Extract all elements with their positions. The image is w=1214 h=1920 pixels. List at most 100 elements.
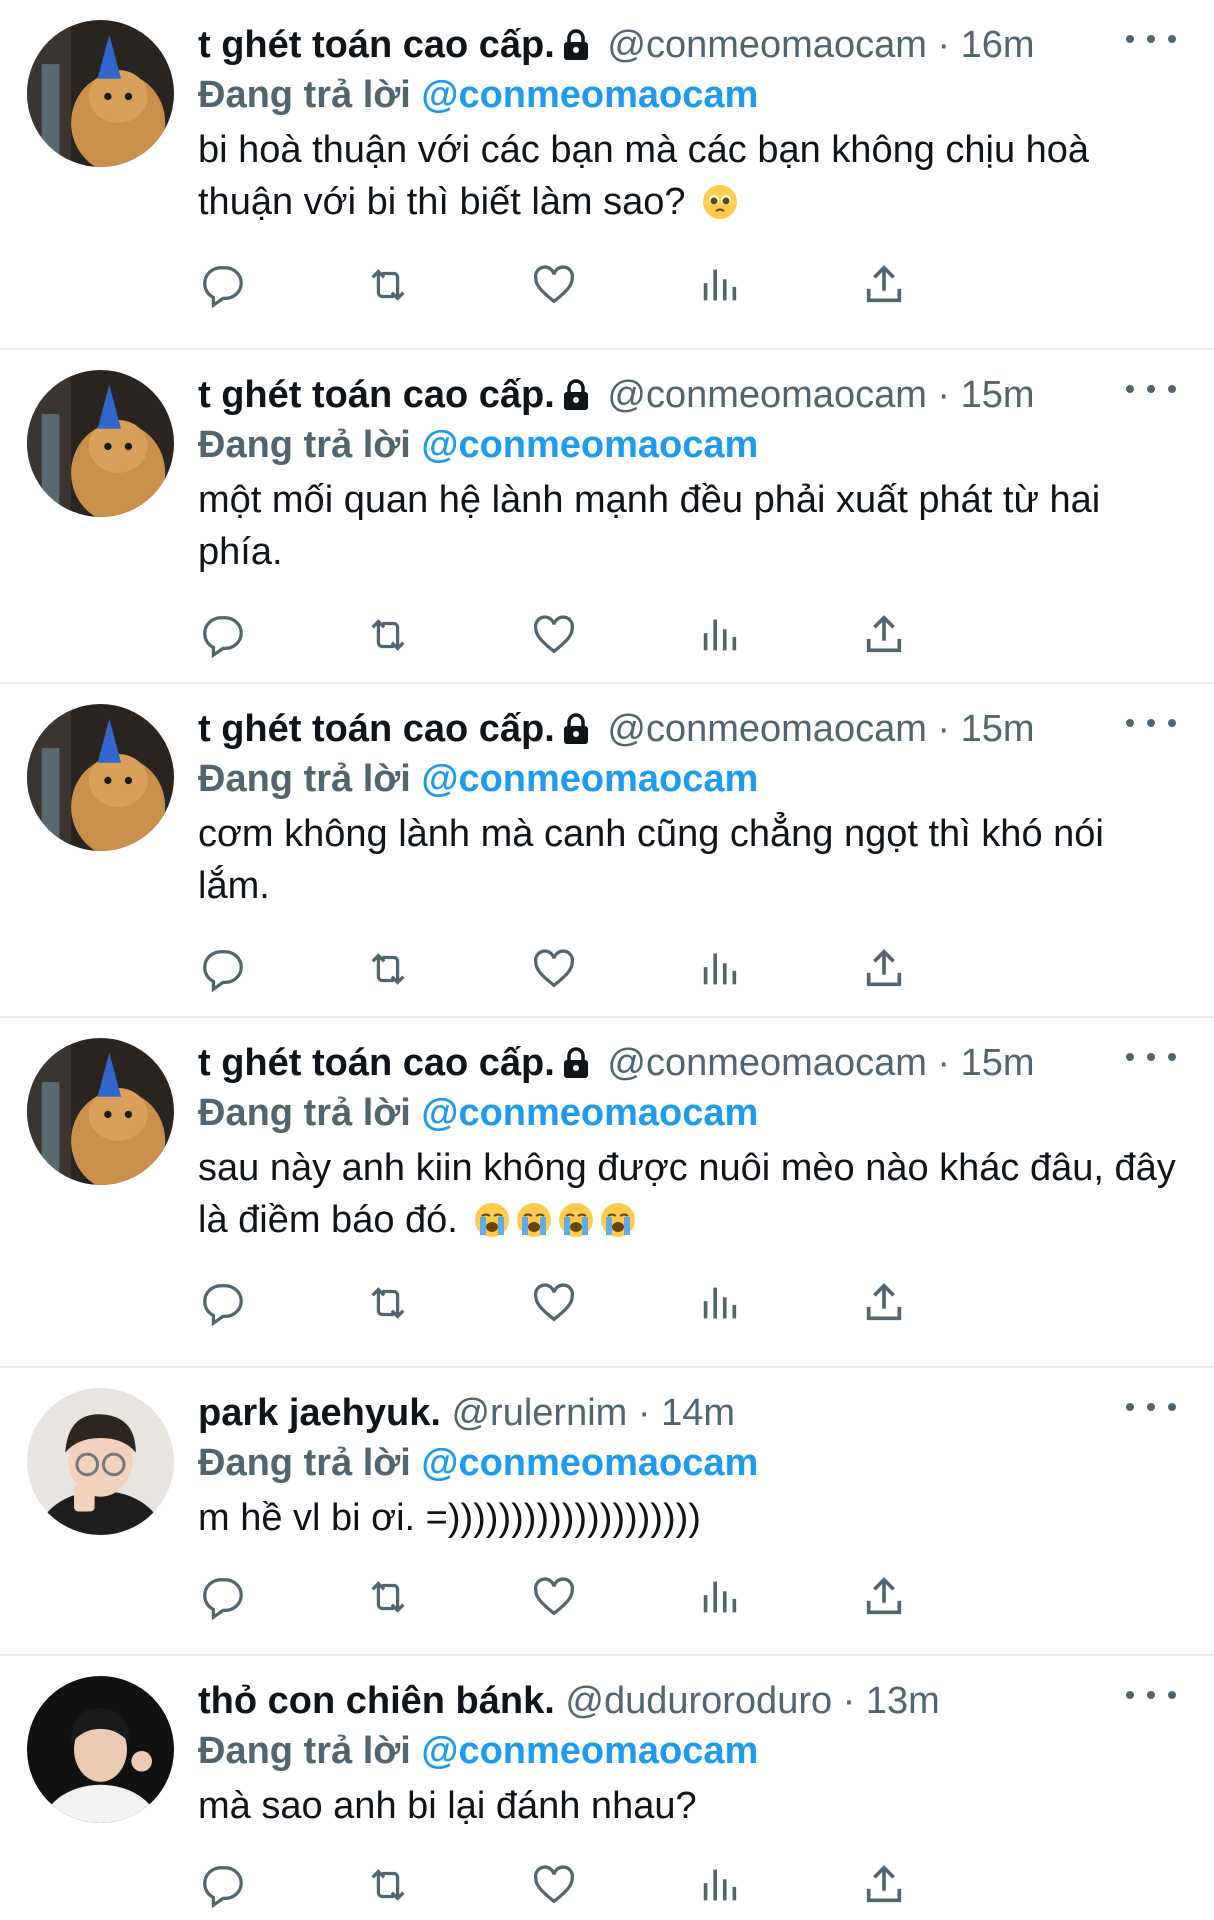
replying-to: Đang trả lời @conmeomaocam bbox=[198, 1726, 1186, 1776]
share-button[interactable] bbox=[859, 944, 909, 994]
share-button[interactable] bbox=[859, 1572, 909, 1622]
retweet-button[interactable] bbox=[363, 944, 413, 994]
more-options-icon[interactable] bbox=[1126, 1042, 1176, 1072]
tweet-header: t ghét toán cao cấp. @conmeomaocam · 15m bbox=[198, 370, 1186, 420]
reply-icon bbox=[203, 1866, 243, 1908]
reply-handle-link[interactable]: @conmeomaocam bbox=[421, 74, 758, 116]
tweet-body: một mối quan hệ lành mạnh đều phải xuất … bbox=[198, 479, 1101, 573]
like-button[interactable] bbox=[529, 1572, 579, 1622]
share-icon bbox=[866, 1283, 902, 1321]
tweet[interactable]: t ghét toán cao cấp. @conmeomaocam · 15m… bbox=[0, 350, 1214, 684]
display-name[interactable]: park jaehyuk. bbox=[198, 1392, 441, 1434]
retweet-button[interactable] bbox=[363, 610, 413, 660]
tweet-header: park jaehyuk. @rulernim · 14m bbox=[198, 1388, 1186, 1438]
like-button[interactable] bbox=[529, 1278, 579, 1328]
reply-icon bbox=[203, 266, 243, 308]
avatar[interactable] bbox=[27, 370, 174, 517]
user-handle[interactable]: @conmeomaocam bbox=[607, 24, 926, 66]
replying-to-label: Đang trả lời bbox=[198, 74, 411, 116]
avatar[interactable] bbox=[27, 1676, 174, 1823]
more-options-icon[interactable] bbox=[1126, 1392, 1176, 1422]
tweet-text: m hề vl bi ơi. =)))))))))))))))))))) bbox=[198, 1492, 1186, 1544]
reply-button[interactable] bbox=[198, 260, 248, 310]
tweet-body: sau này anh kiin không được nuôi mèo nào… bbox=[198, 1147, 1176, 1241]
share-button[interactable] bbox=[859, 1860, 909, 1910]
tweet-header: t ghét toán cao cấp. @conmeomaocam · 15m bbox=[198, 1038, 1186, 1088]
reply-button[interactable] bbox=[198, 944, 248, 994]
user-handle[interactable]: @conmeomaocam bbox=[607, 374, 926, 416]
views-button[interactable] bbox=[694, 1278, 744, 1328]
loudly-crying-face-icon bbox=[475, 1203, 510, 1237]
avatar[interactable] bbox=[27, 1388, 174, 1535]
tweet-body: cơm không lành mà canh cũng chẳng ngọt t… bbox=[198, 813, 1104, 907]
tweet[interactable]: thỏ con chiên bánk. @duduroroduro · 13m … bbox=[0, 1656, 1214, 1920]
reply-handle-link[interactable]: @conmeomaocam bbox=[421, 758, 758, 800]
retweet-icon bbox=[371, 619, 405, 651]
more-options-icon[interactable] bbox=[1126, 374, 1176, 404]
views-button[interactable] bbox=[694, 1572, 744, 1622]
tweet[interactable]: t ghét toán cao cấp. @conmeomaocam · 15m… bbox=[0, 1018, 1214, 1368]
display-name[interactable]: thỏ con chiên bánk. bbox=[198, 1680, 555, 1722]
like-icon bbox=[533, 1283, 575, 1322]
reply-button[interactable] bbox=[198, 1572, 248, 1622]
loudly-crying-face-icon bbox=[601, 1203, 636, 1237]
more-options-icon[interactable] bbox=[1126, 1680, 1176, 1710]
loudly-crying-face-icon bbox=[517, 1203, 552, 1237]
user-handle[interactable]: @conmeomaocam bbox=[607, 1042, 926, 1084]
user-handle[interactable]: @rulernim bbox=[451, 1392, 627, 1434]
timestamp[interactable]: 16m bbox=[961, 24, 1035, 66]
timestamp[interactable]: 15m bbox=[961, 1042, 1035, 1084]
tweet-actions bbox=[198, 1852, 1186, 1920]
avatar[interactable] bbox=[27, 20, 174, 167]
share-button[interactable] bbox=[859, 260, 909, 310]
reply-handle-link[interactable]: @conmeomaocam bbox=[421, 1092, 758, 1134]
reply-button[interactable] bbox=[198, 1278, 248, 1328]
retweet-button[interactable] bbox=[363, 1860, 413, 1910]
more-options-icon[interactable] bbox=[1126, 24, 1176, 54]
share-button[interactable] bbox=[859, 1278, 909, 1328]
display-name[interactable]: t ghét toán cao cấp. bbox=[198, 24, 555, 66]
tweet[interactable]: t ghét toán cao cấp. @conmeomaocam · 16m… bbox=[0, 0, 1214, 350]
tweet[interactable]: t ghét toán cao cấp. @conmeomaocam · 15m… bbox=[0, 684, 1214, 1018]
display-name[interactable]: t ghét toán cao cấp. bbox=[198, 374, 555, 416]
like-button[interactable] bbox=[529, 260, 579, 310]
reply-button[interactable] bbox=[198, 610, 248, 660]
reply-handle-link[interactable]: @conmeomaocam bbox=[421, 1442, 758, 1484]
user-handle[interactable]: @duduroroduro bbox=[565, 1680, 832, 1722]
user-handle[interactable]: @conmeomaocam bbox=[607, 708, 926, 750]
display-name[interactable]: t ghét toán cao cấp. bbox=[198, 708, 555, 750]
tweet-actions bbox=[198, 1270, 1186, 1350]
share-button[interactable] bbox=[859, 610, 909, 660]
retweet-button[interactable] bbox=[363, 1278, 413, 1328]
tweet-header: t ghét toán cao cấp. @conmeomaocam · 16m bbox=[198, 20, 1186, 70]
timestamp[interactable]: 15m bbox=[961, 708, 1035, 750]
views-button[interactable] bbox=[694, 610, 744, 660]
views-button[interactable] bbox=[694, 944, 744, 994]
cat-avatar-icon bbox=[27, 704, 174, 851]
timestamp[interactable]: 15m bbox=[961, 374, 1035, 416]
like-button[interactable] bbox=[529, 944, 579, 994]
avatar[interactable] bbox=[27, 1038, 174, 1185]
views-button[interactable] bbox=[694, 260, 744, 310]
reply-handle-link[interactable]: @conmeomaocam bbox=[421, 1730, 758, 1772]
reply-handle-link[interactable]: @conmeomaocam bbox=[421, 424, 758, 466]
replying-to-label: Đang trả lời bbox=[198, 424, 411, 466]
avatar[interactable] bbox=[27, 704, 174, 851]
reply-button[interactable] bbox=[198, 1860, 248, 1910]
replying-to-label: Đang trả lời bbox=[198, 1092, 411, 1134]
timestamp[interactable]: 13m bbox=[866, 1680, 940, 1722]
like-button[interactable] bbox=[529, 1860, 579, 1910]
timestamp[interactable]: 14m bbox=[661, 1392, 735, 1434]
like-button[interactable] bbox=[529, 610, 579, 660]
retweet-button[interactable] bbox=[363, 260, 413, 310]
more-options-icon[interactable] bbox=[1126, 708, 1176, 738]
display-name[interactable]: t ghét toán cao cấp. bbox=[198, 1042, 555, 1084]
replying-to-label: Đang trả lời bbox=[198, 758, 411, 800]
tweet-actions bbox=[198, 936, 1186, 1016]
tweet[interactable]: park jaehyuk. @rulernim · 14m Đang trả l… bbox=[0, 1368, 1214, 1656]
views-button[interactable] bbox=[694, 1860, 744, 1910]
tweet-body: bi hoà thuận với các bạn mà các bạn khôn… bbox=[198, 129, 1090, 223]
loudly-crying-face-icon bbox=[559, 1203, 594, 1237]
retweet-button[interactable] bbox=[363, 1572, 413, 1622]
views-icon bbox=[703, 619, 737, 651]
